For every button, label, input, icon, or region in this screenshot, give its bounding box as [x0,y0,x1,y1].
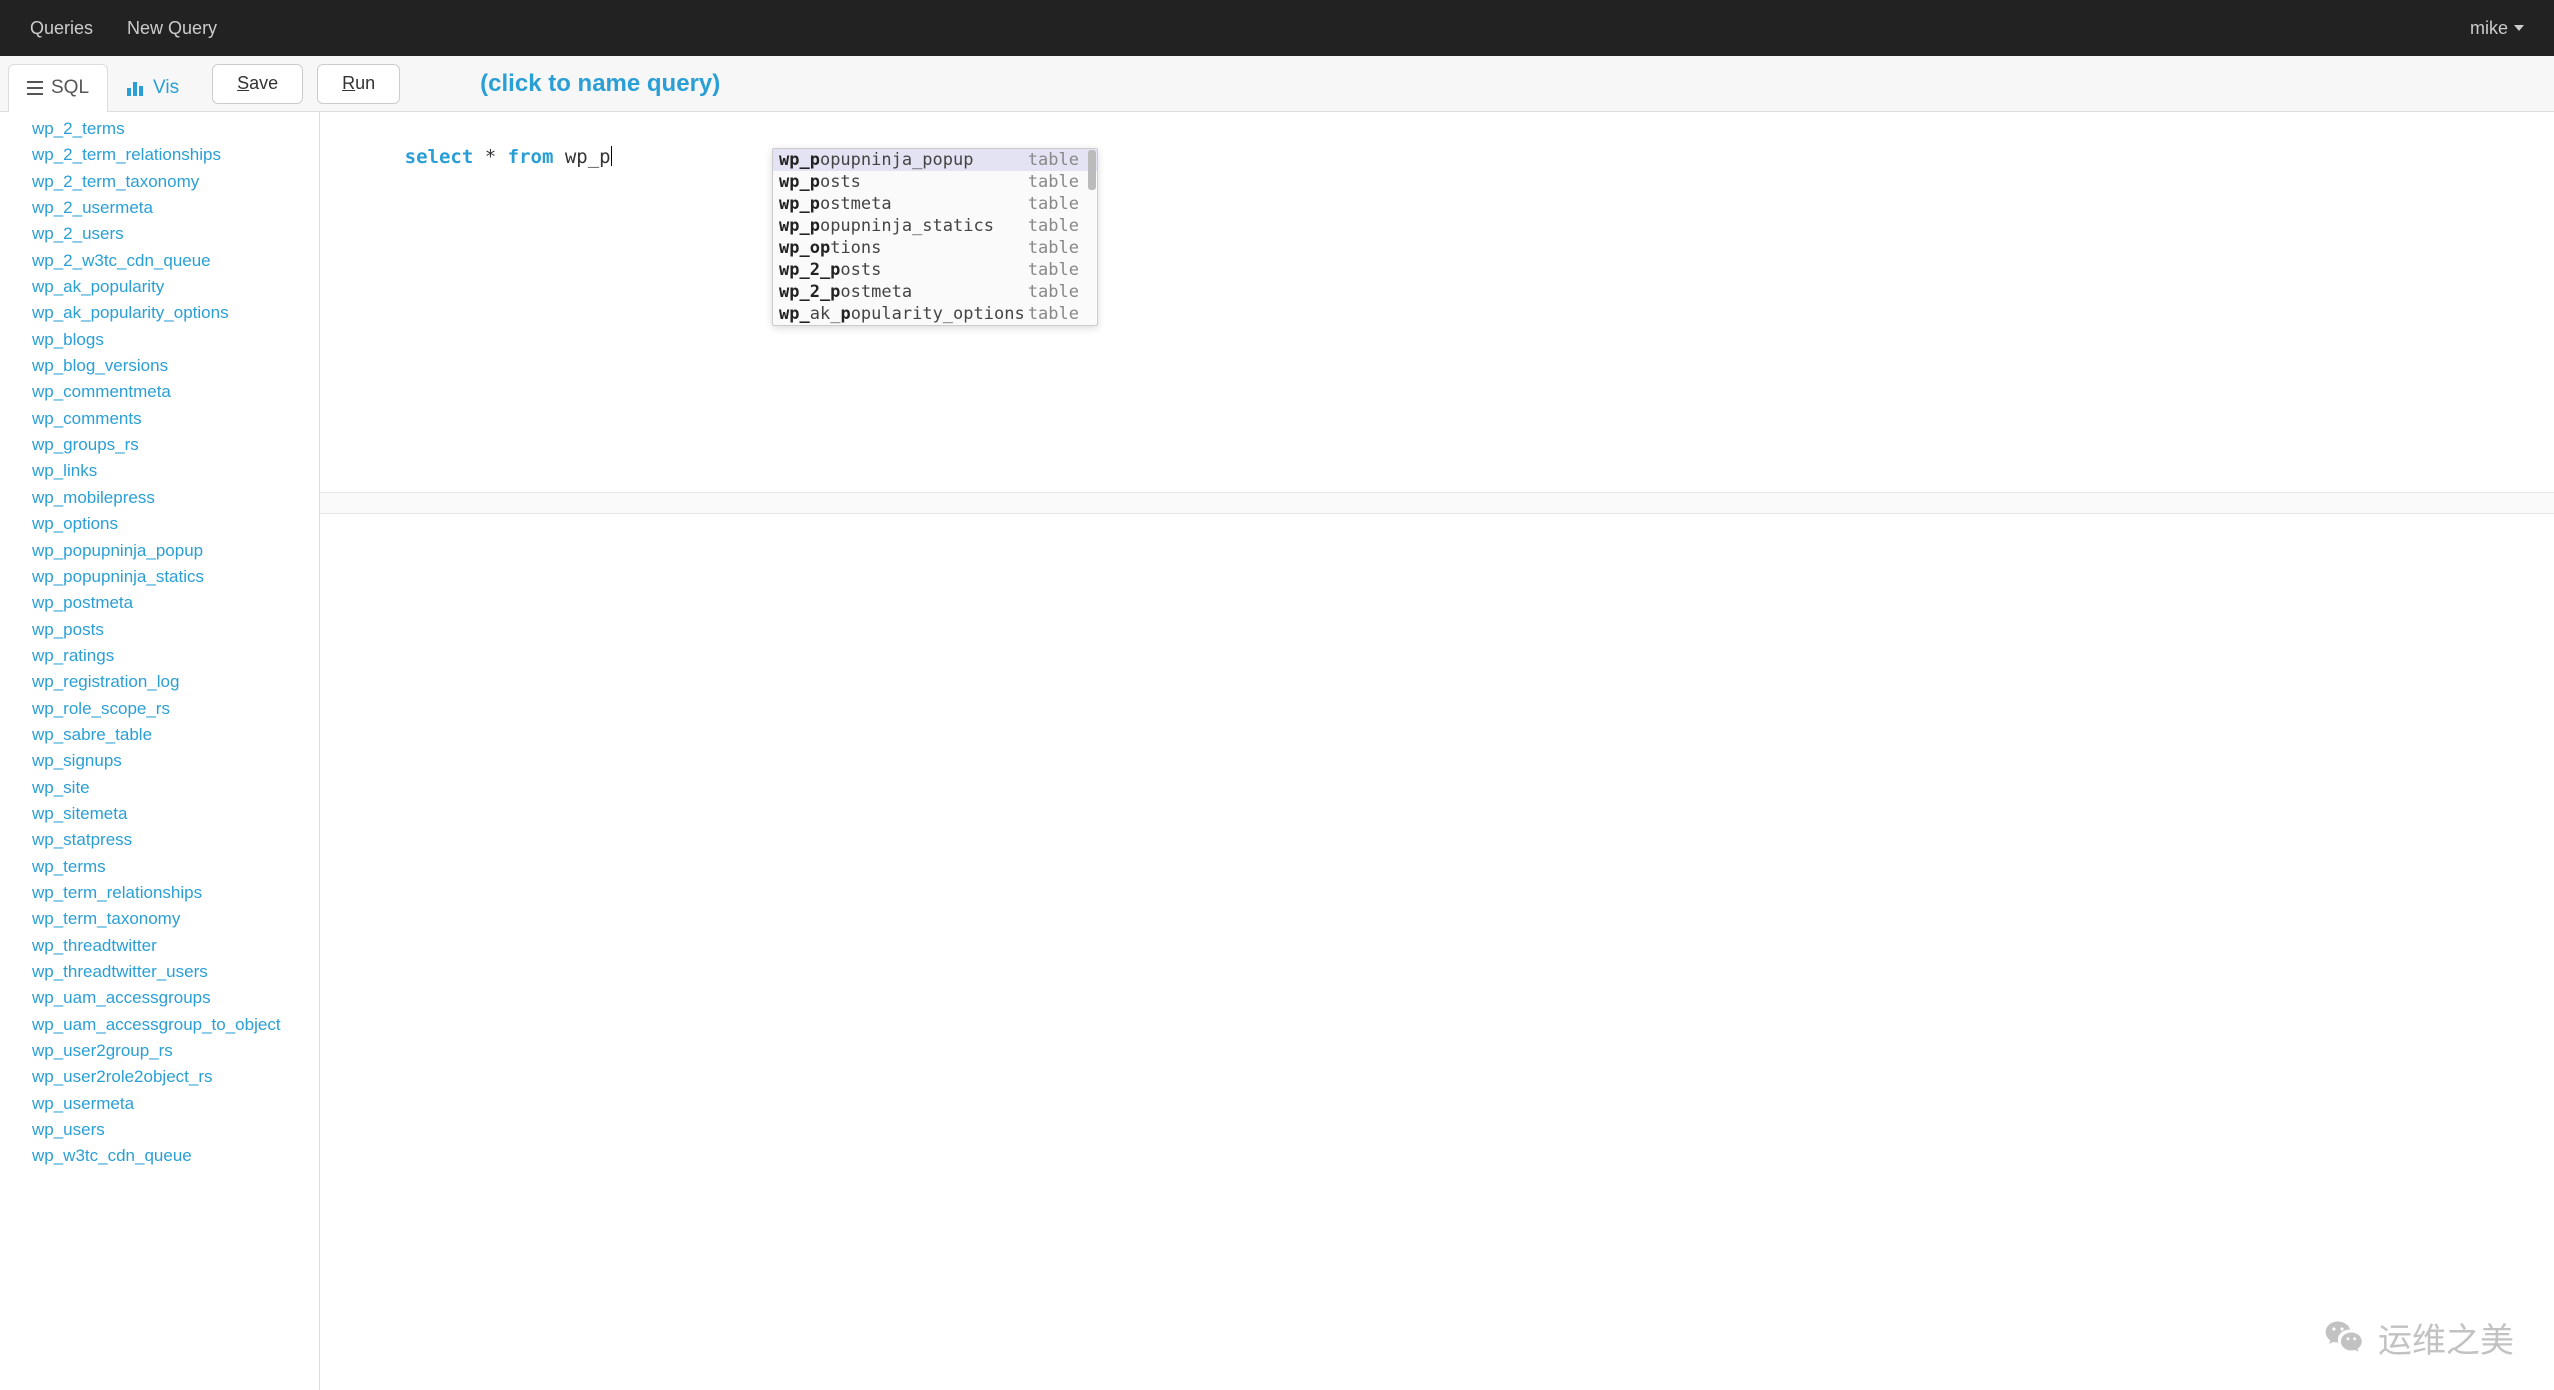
table-link[interactable]: wp_commentmeta [32,379,319,405]
sql-star: * [485,146,496,168]
table-link[interactable]: wp_posts [32,617,319,643]
table-link[interactable]: wp_comments [32,406,319,432]
query-name[interactable]: (click to name query) [480,70,720,98]
autocomplete-item[interactable]: wp_popupninja_statics table [773,215,1097,237]
table-link[interactable]: wp_popupninja_statics [32,564,319,590]
autocomplete-item[interactable]: wp_postmeta table [773,193,1097,215]
toolbar: SQL Vis Save Run (click to name query) [0,56,2554,112]
table-link[interactable]: wp_usermeta [32,1091,319,1117]
save-underline: S [237,73,249,93]
user-name: mike [2470,18,2508,39]
kw-select: select [405,146,474,168]
table-link[interactable]: wp_sitemeta [32,801,319,827]
table-link[interactable]: wp_options [32,511,319,537]
autocomplete-item[interactable]: wp_popupninja_popup table [773,149,1097,171]
table-link[interactable]: wp_ak_popularity_options [32,300,319,326]
table-link[interactable]: wp_site [32,775,319,801]
autocomplete-label: wp_popupninja_statics [779,216,994,236]
nav-new-query[interactable]: New Query [127,18,217,39]
autocomplete-type: table [1028,238,1079,258]
tab-sql[interactable]: SQL [8,64,108,112]
chart-icon [127,80,145,96]
user-menu[interactable]: mike [2470,18,2524,39]
table-link[interactable]: wp_role_scope_rs [32,696,319,722]
autocomplete-type: table [1028,150,1079,170]
table-link[interactable]: wp_term_relationships [32,880,319,906]
autocomplete-label: wp_posts [779,172,861,192]
save-button[interactable]: Save [212,64,303,104]
table-link[interactable]: wp_registration_log [32,669,319,695]
table-link[interactable]: wp_links [32,458,319,484]
text-cursor [611,146,612,166]
autocomplete-label: wp_options [779,238,881,258]
autocomplete-scrollbar[interactable] [1088,150,1096,190]
autocomplete-type: table [1028,216,1079,236]
table-link[interactable]: wp_mobilepress [32,485,319,511]
table-link[interactable]: wp_signups [32,748,319,774]
table-link[interactable]: wp_groups_rs [32,432,319,458]
schema-sidebar[interactable]: wp_2_termswp_2_term_relationshipswp_2_te… [0,112,320,1390]
autocomplete-item[interactable]: wp_options table [773,237,1097,259]
table-link[interactable]: wp_popupninja_popup [32,538,319,564]
autocomplete-item[interactable]: wp_posts table [773,171,1097,193]
main: wp_2_termswp_2_term_relationshipswp_2_te… [0,112,2554,1390]
autocomplete-item[interactable]: wp_ak_popularity_optionstable [773,303,1097,325]
run-underline: R [342,73,355,93]
table-link[interactable]: wp_ak_popularity [32,274,319,300]
autocomplete-type: table [1028,172,1079,192]
sql-line-1: select * from wp_p [336,124,2538,190]
table-link[interactable]: wp_user2group_rs [32,1038,319,1064]
run-button[interactable]: Run [317,64,400,104]
tab-sql-label: SQL [51,77,89,99]
table-link[interactable]: wp_sabre_table [32,722,319,748]
table-link[interactable]: wp_ratings [32,643,319,669]
pane-divider[interactable] [320,492,2554,514]
autocomplete-item[interactable]: wp_2_postmeta table [773,281,1097,303]
autocomplete-label: wp_2_posts [779,260,881,280]
table-link[interactable]: wp_2_terms [32,116,319,142]
top-nav: Queries New Query mike [0,0,2554,56]
autocomplete-label: wp_postmeta [779,194,892,214]
autocomplete-popup[interactable]: wp_popupninja_popuptablewp_poststablewp_… [772,148,1098,326]
kw-from: from [508,146,554,168]
table-link[interactable]: wp_2_w3tc_cdn_queue [32,248,319,274]
table-link[interactable]: wp_uam_accessgroups [32,985,319,1011]
table-link[interactable]: wp_uam_accessgroup_to_object [32,1012,319,1038]
tab-vis-label: Vis [153,77,179,99]
table-link[interactable]: wp_2_term_relationships [32,142,319,168]
autocomplete-type: table [1028,194,1079,214]
run-rest: un [355,73,375,93]
table-link[interactable]: wp_term_taxonomy [32,906,319,932]
sql-typed: wp_p [565,146,611,168]
autocomplete-label: wp_2_postmeta [779,282,912,302]
table-link[interactable]: wp_2_usermeta [32,195,319,221]
autocomplete-label: wp_popupninja_popup [779,150,973,170]
table-link[interactable]: wp_threadtwitter_users [32,959,319,985]
autocomplete-type: table [1028,260,1079,280]
nav-left: Queries New Query [30,18,217,39]
tab-vis[interactable]: Vis [108,64,198,112]
table-link[interactable]: wp_user2role2object_rs [32,1064,319,1090]
autocomplete-item[interactable]: wp_2_posts table [773,259,1097,281]
table-link[interactable]: wp_postmeta [32,590,319,616]
table-link[interactable]: wp_w3tc_cdn_queue [32,1143,319,1169]
table-link[interactable]: wp_threadtwitter [32,933,319,959]
list-icon [27,81,43,95]
autocomplete-type: table [1028,304,1079,324]
table-link[interactable]: wp_2_term_taxonomy [32,169,319,195]
table-link[interactable]: wp_users [32,1117,319,1143]
nav-queries[interactable]: Queries [30,18,93,39]
autocomplete-label: wp_ak_popularity_options [779,304,1025,324]
caret-down-icon [2514,25,2524,31]
table-link[interactable]: wp_blogs [32,327,319,353]
table-link[interactable]: wp_statpress [32,827,319,853]
table-link[interactable]: wp_2_users [32,221,319,247]
save-rest: ave [249,73,278,93]
table-link[interactable]: wp_terms [32,854,319,880]
autocomplete-type: table [1028,282,1079,302]
table-link[interactable]: wp_blog_versions [32,353,319,379]
sql-editor[interactable]: select * from wp_p wp_popupninja_popupta… [320,112,2554,1390]
